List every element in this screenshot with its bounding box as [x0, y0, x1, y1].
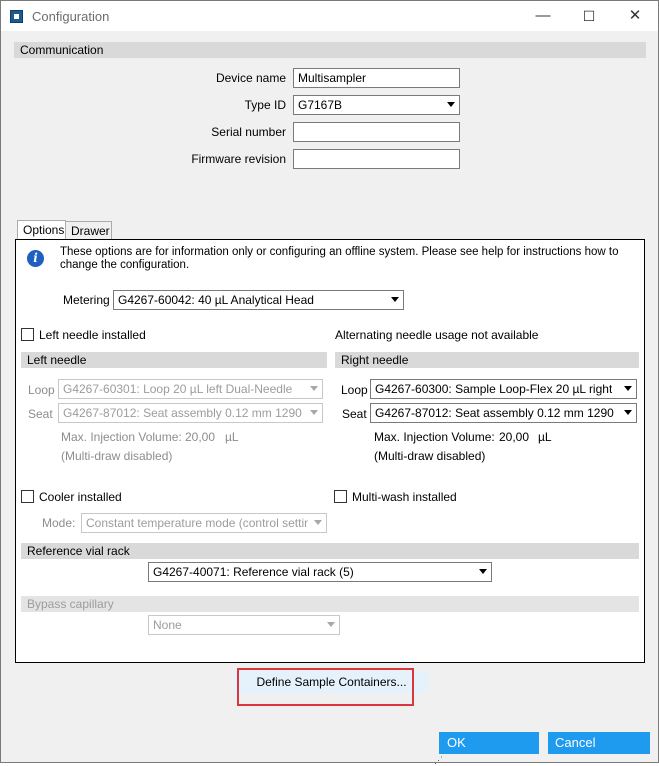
mode-select[interactable]: Constant temperature mode (control setti… [81, 513, 327, 533]
cooler-installed-checkbox[interactable] [21, 490, 34, 503]
type-id-select[interactable]: G7167B [293, 95, 460, 115]
firmware-revision-label: Firmware revision [191, 152, 286, 166]
bypass-capillary-header: Bypass capillary [21, 596, 639, 612]
info-icon: i [27, 250, 44, 267]
type-id-label: Type ID [244, 98, 286, 112]
left-needle-installed-label: Left needle installed [39, 328, 146, 342]
reference-vial-rack-value: G4267-40071: Reference vial rack (5) [153, 565, 354, 579]
info-text-line2: change the configuration. [60, 259, 190, 271]
title-bar: Configuration — ☐ ✕ [1, 1, 658, 31]
minimize-icon[interactable]: — [520, 1, 566, 31]
bypass-capillary-value: None [153, 618, 182, 632]
chevron-down-icon [624, 410, 632, 415]
right-seat-select[interactable]: G4267-87012: Seat assembly 0.12 mm 1290 … [370, 403, 637, 423]
chevron-down-icon [447, 102, 455, 107]
tab-drawer[interactable]: Drawer [65, 221, 112, 241]
firmware-revision-field[interactable] [293, 149, 460, 169]
right-max-injection-label: Max. Injection Volume: [374, 430, 495, 444]
mode-label: Mode: [42, 516, 76, 530]
right-needle-header: Right needle [335, 352, 639, 368]
metering-value: G4267-60042: 40 µL Analytical Head [118, 293, 314, 307]
info-text-line1: These options are for information only o… [60, 246, 619, 258]
chevron-down-icon [310, 410, 318, 415]
device-name-label: Device name [215, 71, 286, 85]
serial-number-label: Serial number [211, 125, 286, 139]
multiwash-installed-label: Multi-wash installed [352, 490, 457, 504]
left-max-injection-label: Max. Injection Volume: [61, 430, 182, 444]
serial-number-field[interactable] [293, 122, 460, 142]
right-seat-label: Seat [342, 407, 367, 421]
reference-vial-rack-select[interactable]: G4267-40071: Reference vial rack (5) [148, 562, 492, 582]
left-loop-label: Loop [28, 383, 55, 397]
alternating-needle-text: Alternating needle usage not available [335, 328, 539, 342]
left-loop-value: G4267-60301: Loop 20 µL left Dual-Needle [63, 382, 293, 396]
chevron-down-icon [327, 622, 335, 627]
bypass-capillary-select[interactable]: None [148, 615, 340, 635]
close-icon[interactable]: ✕ [612, 1, 658, 31]
tab-options[interactable]: Options [17, 220, 66, 241]
chevron-down-icon [624, 386, 632, 391]
configuration-window: Configuration — ☐ ✕ Communication Device… [0, 0, 659, 766]
highlight-box [237, 668, 414, 706]
left-needle-header: Left needle [21, 352, 327, 368]
right-loop-select[interactable]: G4267-60300: Sample Loop-Flex 20 µL righ… [370, 379, 637, 399]
right-loop-value: G4267-60300: Sample Loop-Flex 20 µL righ… [375, 382, 613, 396]
left-loop-select[interactable]: G4267-60301: Loop 20 µL left Dual-Needle [58, 379, 323, 399]
reference-vial-rack-header: Reference vial rack [21, 543, 639, 559]
device-name-field[interactable]: Multisampler [293, 68, 460, 88]
window-title: Configuration [32, 9, 110, 24]
maximize-icon[interactable]: ☐ [566, 1, 612, 31]
left-seat-value: G4267-87012: Seat assembly 0.12 mm 1290 … [63, 406, 304, 420]
cancel-button[interactable]: Cancel [548, 732, 650, 754]
metering-label: Metering [63, 293, 110, 307]
communication-header: Communication [14, 42, 646, 58]
cooler-installed-label: Cooler installed [39, 490, 122, 504]
right-multidraw-text: (Multi-draw disabled) [374, 449, 486, 463]
type-id-value: G7167B [298, 98, 343, 112]
metering-select[interactable]: G4267-60042: 40 µL Analytical Head [113, 290, 404, 310]
right-max-injection-unit: µL [538, 430, 552, 444]
left-needle-installed-checkbox[interactable] [21, 328, 34, 341]
right-max-injection-value: 20,00 [499, 430, 530, 444]
left-max-injection-unit: µL [225, 430, 239, 444]
left-multidraw-text: (Multi-draw disabled) [61, 449, 173, 463]
chevron-down-icon [391, 297, 399, 302]
left-max-injection-value: 20,00 [185, 430, 216, 444]
resize-grip-icon[interactable]: ⋰ [434, 755, 443, 766]
right-loop-label: Loop [341, 383, 368, 397]
right-seat-value: G4267-87012: Seat assembly 0.12 mm 1290 … [375, 406, 618, 420]
chevron-down-icon [310, 386, 318, 391]
left-seat-label: Seat [28, 407, 53, 421]
ok-button[interactable]: OK [439, 732, 539, 754]
multiwash-installed-checkbox[interactable] [334, 490, 347, 503]
chevron-down-icon [479, 569, 487, 574]
chevron-down-icon [314, 520, 322, 525]
app-icon [10, 10, 23, 23]
mode-value: Constant temperature mode (control setti… [86, 516, 308, 530]
left-seat-select[interactable]: G4267-87012: Seat assembly 0.12 mm 1290 … [58, 403, 323, 423]
